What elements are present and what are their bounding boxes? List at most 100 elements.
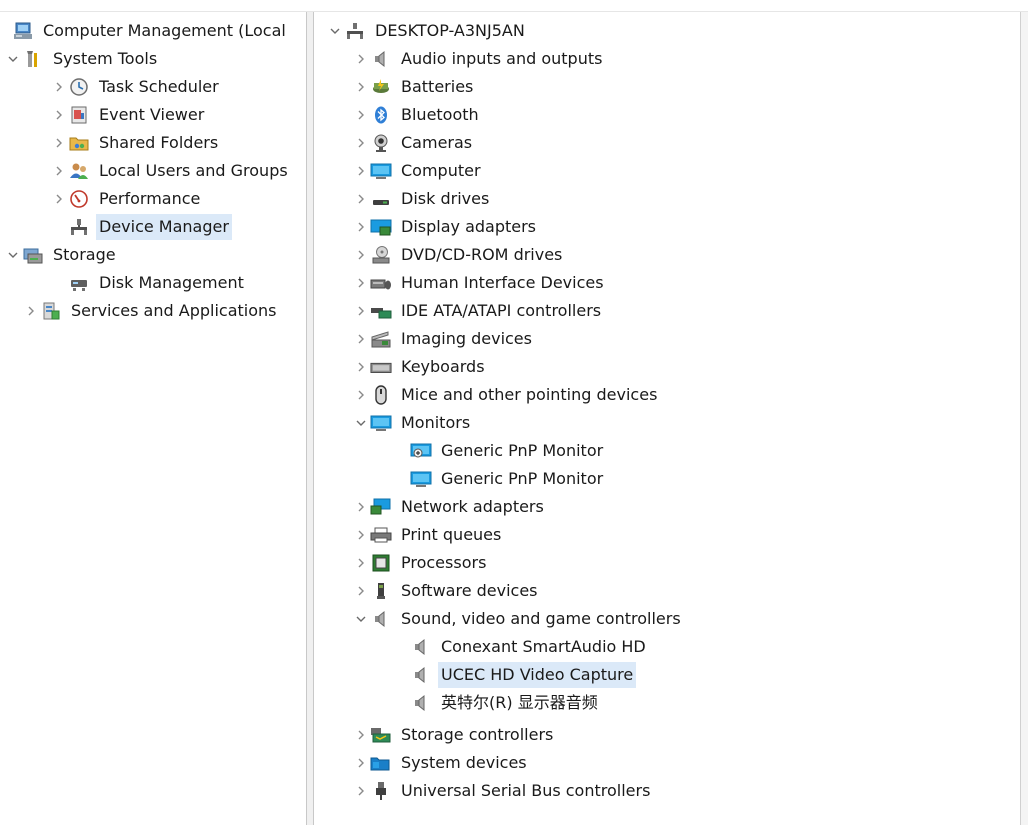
device-label: Storage controllers xyxy=(401,725,554,744)
chevron-right-icon[interactable] xyxy=(352,74,370,100)
tree-node-performance[interactable]: Performance xyxy=(50,186,203,212)
tree-node-computer-management[interactable]: Computer Management (Local xyxy=(12,18,289,44)
tree-node-storage[interactable]: Storage xyxy=(8,242,119,268)
device-category-computer[interactable]: Computer xyxy=(352,158,484,184)
device-item-monitor-1[interactable]: Generic PnP Monitor xyxy=(410,438,606,464)
chevron-down-icon[interactable] xyxy=(8,46,22,72)
tree-node-system-tools[interactable]: System Tools xyxy=(8,46,160,72)
device-item-sound-3[interactable]: 英特尔(R) 显示器音频 xyxy=(410,690,601,716)
device-tree-pane[interactable]: DESKTOP-A3NJ5AN Audio inputs and outputs… xyxy=(314,12,1028,825)
device-item-sound-2[interactable]: UCEC HD Video Capture xyxy=(410,662,637,688)
tree-node-device-manager[interactable]: Device Manager xyxy=(68,214,232,240)
chevron-right-icon[interactable] xyxy=(352,326,370,352)
device-category-dvd[interactable]: DVD/CD-ROM drives xyxy=(352,242,565,268)
device-label: Universal Serial Bus controllers xyxy=(401,781,651,800)
device-category-processors[interactable]: Processors xyxy=(352,550,489,576)
tree-label: Shared Folders xyxy=(99,133,219,152)
chevron-right-icon[interactable] xyxy=(352,186,370,212)
chevron-right-icon[interactable] xyxy=(352,778,370,804)
device-label: Processors xyxy=(401,553,487,572)
chevron-right-icon[interactable] xyxy=(352,270,370,296)
device-category-disk-drives[interactable]: Disk drives xyxy=(352,186,492,212)
chevron-right-icon[interactable] xyxy=(50,158,68,184)
speaker-icon xyxy=(410,664,432,686)
device-category-network[interactable]: Network adapters xyxy=(352,494,547,520)
chevron-right-icon[interactable] xyxy=(352,158,370,184)
console-tree-pane[interactable]: Computer Management (Local System Tools … xyxy=(8,12,306,825)
clock-icon xyxy=(68,76,90,98)
device-category-cameras[interactable]: Cameras xyxy=(352,130,475,156)
chevron-down-icon[interactable] xyxy=(8,242,22,268)
tree-node-disk-management[interactable]: Disk Management xyxy=(68,270,247,296)
device-category-print-queues[interactable]: Print queues xyxy=(352,522,504,548)
storage-controller-icon xyxy=(370,724,392,746)
device-item-monitor-2[interactable]: Generic PnP Monitor xyxy=(410,466,606,492)
pane-splitter[interactable] xyxy=(306,12,314,825)
device-category-software[interactable]: Software devices xyxy=(352,578,541,604)
chevron-right-icon[interactable] xyxy=(50,186,68,212)
chevron-right-icon[interactable] xyxy=(50,102,68,128)
mouse-icon xyxy=(370,384,392,406)
tree-node-local-users[interactable]: Local Users and Groups xyxy=(50,158,291,184)
device-category-batteries[interactable]: Batteries xyxy=(352,74,476,100)
optical-drive-icon xyxy=(370,244,392,266)
device-category-system[interactable]: System devices xyxy=(352,750,530,776)
chevron-down-icon[interactable] xyxy=(352,606,370,632)
device-label: Display adapters xyxy=(401,217,537,236)
gauge-icon xyxy=(68,188,90,210)
device-node-computer-root[interactable]: DESKTOP-A3NJ5AN xyxy=(326,18,528,44)
chevron-right-icon[interactable] xyxy=(352,130,370,156)
device-category-keyboards[interactable]: Keyboards xyxy=(352,354,488,380)
device-category-ide[interactable]: IDE ATA/ATAPI controllers xyxy=(352,298,604,324)
tree-node-event-viewer[interactable]: Event Viewer xyxy=(50,102,207,128)
computer-network-icon xyxy=(344,20,366,42)
chevron-right-icon[interactable] xyxy=(352,214,370,240)
device-label: Generic PnP Monitor xyxy=(441,469,604,488)
scanner-icon xyxy=(370,328,392,350)
storage-icon xyxy=(22,244,44,266)
chevron-right-icon[interactable] xyxy=(352,382,370,408)
device-label: Audio inputs and outputs xyxy=(401,49,603,68)
device-label: Disk drives xyxy=(401,189,490,208)
device-category-monitors[interactable]: Monitors xyxy=(352,410,473,436)
device-category-audio[interactable]: Audio inputs and outputs xyxy=(352,46,605,72)
chevron-right-icon[interactable] xyxy=(352,522,370,548)
chevron-right-icon[interactable] xyxy=(352,102,370,128)
tree-node-services-apps[interactable]: Services and Applications xyxy=(22,298,279,324)
chevron-right-icon[interactable] xyxy=(352,298,370,324)
chevron-right-icon[interactable] xyxy=(352,242,370,268)
device-label: Human Interface Devices xyxy=(401,273,604,292)
toolbox-icon xyxy=(22,48,44,70)
chevron-right-icon[interactable] xyxy=(50,74,68,100)
chevron-down-icon[interactable] xyxy=(352,410,370,436)
device-category-usb[interactable]: Universal Serial Bus controllers xyxy=(352,778,653,804)
device-category-mice[interactable]: Mice and other pointing devices xyxy=(352,382,660,408)
chevron-right-icon[interactable] xyxy=(352,46,370,72)
chevron-down-icon[interactable] xyxy=(326,18,344,44)
device-item-sound-1[interactable]: Conexant SmartAudio HD xyxy=(410,634,649,660)
webcam-icon xyxy=(370,132,392,154)
chevron-right-icon[interactable] xyxy=(352,550,370,576)
chevron-right-icon[interactable] xyxy=(352,494,370,520)
device-category-sound[interactable]: Sound, video and game controllers xyxy=(352,606,684,632)
device-category-imaging[interactable]: Imaging devices xyxy=(352,326,535,352)
tree-node-task-scheduler[interactable]: Task Scheduler xyxy=(50,74,222,100)
tree-node-shared-folders[interactable]: Shared Folders xyxy=(50,130,221,156)
chevron-right-icon[interactable] xyxy=(50,130,68,156)
battery-icon xyxy=(370,76,392,98)
chevron-right-icon[interactable] xyxy=(352,722,370,748)
chevron-right-icon[interactable] xyxy=(22,298,40,324)
speaker-icon xyxy=(370,608,392,630)
device-category-bluetooth[interactable]: Bluetooth xyxy=(352,102,482,128)
device-category-storage-controllers[interactable]: Storage controllers xyxy=(352,722,556,748)
chevron-right-icon[interactable] xyxy=(352,750,370,776)
device-label: Software devices xyxy=(401,581,538,600)
monitor-icon xyxy=(410,468,432,490)
chevron-right-icon[interactable] xyxy=(352,354,370,380)
device-category-hid[interactable]: Human Interface Devices xyxy=(352,270,607,296)
device-category-display-adapters[interactable]: Display adapters xyxy=(352,214,539,240)
software-device-icon xyxy=(370,580,392,602)
chevron-right-icon[interactable] xyxy=(352,578,370,604)
monitor-icon xyxy=(370,160,392,182)
keyboard-icon xyxy=(370,356,392,378)
